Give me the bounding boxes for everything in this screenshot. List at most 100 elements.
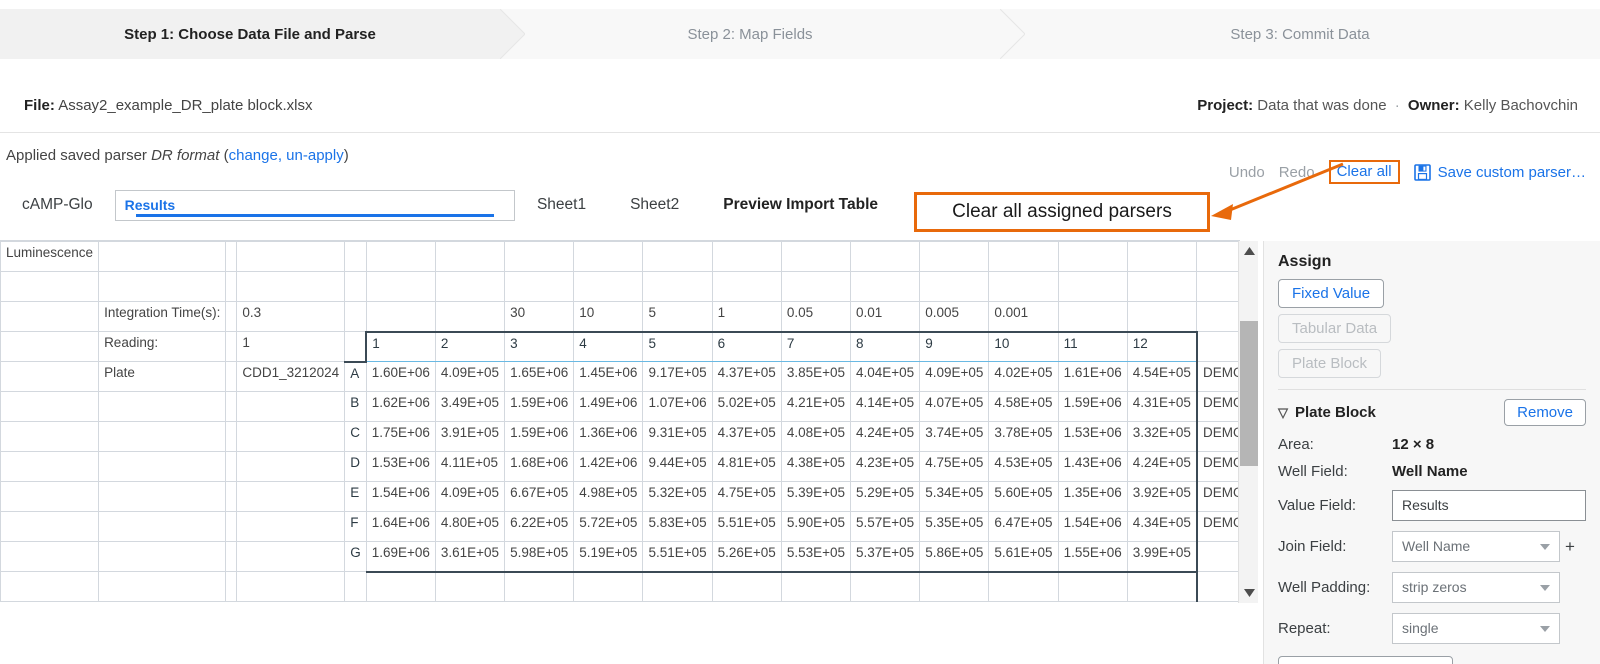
plate-data-cell[interactable]: 1.62E+06 [365,391,436,422]
plate-data-cell[interactable]: 4.04E+05 [850,361,921,392]
plate-data-cell[interactable]: 9.44E+05 [642,451,713,482]
tab-preview-import-table[interactable]: Preview Import Table [701,190,900,228]
plate-data-cell[interactable]: 4.31E+05 [1126,391,1198,422]
plate-data-cell[interactable]: 5.19E+05 [573,541,644,573]
integration-time-value[interactable]: 0.3 [236,301,346,332]
plate-column-header[interactable]: 8 [850,330,921,362]
scrollbar-thumb[interactable] [1240,321,1258,466]
plate-data-cell[interactable]: 5.61E+05 [988,541,1059,573]
plate-data-cell[interactable]: 1.53E+06 [1057,421,1128,452]
collapse-triangle-icon[interactable]: ▽ [1278,405,1288,421]
sheet-cell[interactable] [573,271,644,302]
concentration-cell[interactable]: 10 [573,301,644,332]
plate-column-header[interactable]: 10 [988,330,1059,362]
plate-data-cell[interactable]: 4.58E+05 [988,391,1059,422]
sheet-cell[interactable] [0,271,100,302]
sheet-cell[interactable] [780,241,852,272]
plate-data-cell[interactable]: 4.37E+05 [711,361,782,392]
sheet-cell[interactable] [1196,331,1240,362]
plate-data-cell[interactable]: 4.53E+05 [988,451,1059,482]
plate-data-cell[interactable]: 5.72E+05 [573,511,644,542]
sample-name-cell[interactable]: DEMO-2222 [1196,361,1240,392]
repeat-select[interactable]: single [1392,613,1560,644]
plate-data-cell[interactable]: 9.17E+05 [642,361,713,392]
plate-column-header[interactable]: 12 [1126,330,1198,362]
sheet-cell[interactable] [1196,241,1240,272]
sheet-cell[interactable] [236,481,346,512]
sheet-cell[interactable] [0,391,100,422]
plate-data-cell[interactable]: 5.86E+05 [919,541,990,573]
concentration-cell[interactable]: 1 [711,301,782,332]
plate-data-cell[interactable]: 5.51E+05 [642,541,713,573]
plate-data-cell[interactable]: 5.32E+05 [642,481,713,512]
plate-column-header[interactable]: 11 [1057,330,1128,362]
sheet-cell[interactable] [365,271,436,302]
plate-data-cell[interactable] [642,571,713,602]
concentration-cell[interactable] [1126,301,1198,332]
plate-data-cell[interactable]: 1.35E+06 [1057,481,1128,512]
sheet-cell[interactable] [98,241,227,272]
plate-data-cell[interactable]: 4.81E+05 [711,451,782,482]
sheet-cell[interactable] [236,271,346,302]
plate-data-cell[interactable]: 1.59E+06 [1057,391,1128,422]
plate-data-cell[interactable]: 5.35E+05 [919,511,990,542]
plate-data-cell[interactable]: 4.11E+05 [434,451,506,482]
sheet-cell[interactable] [850,271,921,302]
plate-data-cell[interactable]: 5.60E+05 [988,481,1059,512]
plate-column-header[interactable]: 5 [642,330,713,362]
plate-data-cell[interactable] [919,571,990,602]
plate-data-cell[interactable]: 5.83E+05 [642,511,713,542]
plate-data-cell[interactable]: 3.99E+05 [1126,541,1198,573]
plate-data-cell[interactable]: 4.75E+05 [711,481,782,512]
redo-button[interactable]: Redo [1279,164,1315,181]
concentration-cell[interactable] [365,301,436,332]
concentration-cell[interactable] [434,301,506,332]
plate-data-cell[interactable] [573,571,644,602]
sheet-cell[interactable] [642,241,713,272]
tab-sheet1[interactable]: Sheet1 [515,190,608,228]
plate-label[interactable]: Plate [98,361,227,392]
sheet-cell[interactable] [225,571,238,602]
plate-column-header[interactable]: 2 [434,330,506,362]
plate-row-header[interactable]: F [344,511,367,542]
undo-button[interactable]: Undo [1229,164,1265,181]
plate-row-header[interactable]: D [344,451,367,482]
plate-data-cell[interactable]: 1.55E+06 [1057,541,1128,573]
sheet-cell[interactable] [434,241,506,272]
plate-data-cell[interactable]: 9.31E+05 [642,421,713,452]
well-padding-select[interactable]: strip zeros [1392,572,1560,603]
plate-row-header[interactable]: E [344,481,367,512]
sheet-cell[interactable] [344,271,367,302]
tab-sheet2[interactable]: Sheet2 [608,190,701,228]
plate-data-cell[interactable]: 3.74E+05 [919,421,990,452]
wizard-step-3[interactable]: Step 3: Commit Data [1000,9,1600,59]
sheet-cell[interactable] [236,391,346,422]
sheet-cell[interactable] [0,451,100,482]
associate-fixed-value-button[interactable]: Associate Fixed Value [1278,656,1454,664]
plate-data-cell[interactable]: 1.45E+06 [573,361,644,392]
plate-data-cell[interactable]: 4.80E+05 [434,511,506,542]
plate-data-cell[interactable] [711,571,782,602]
value-field-input[interactable]: Results [1392,490,1586,521]
plate-data-cell[interactable]: 1.53E+06 [365,451,436,482]
sheet-cell[interactable] [0,571,100,602]
plate-block-section-title[interactable]: ▽ Plate Block [1278,404,1376,421]
plate-data-cell[interactable]: 4.09E+05 [434,361,506,392]
plate-data-cell[interactable]: 3.78E+05 [988,421,1059,452]
sample-name-cell[interactable]: DEMO-4444 [1196,511,1240,542]
plate-data-cell[interactable] [365,571,436,602]
plate-data-cell[interactable]: 3.92E+05 [1126,481,1198,512]
join-field-select[interactable]: Well Name [1392,531,1560,562]
plate-data-cell[interactable]: 3.61E+05 [434,541,506,573]
plate-data-cell[interactable]: 4.24E+05 [850,421,921,452]
plate-data-cell[interactable]: 4.07E+05 [919,391,990,422]
plate-value[interactable]: CDD1_3212024 [236,361,346,392]
sheet-cell[interactable] [780,271,852,302]
plate-data-cell[interactable]: 4.38E+05 [780,451,852,482]
sheet-cell[interactable] [344,241,367,272]
sheet-cell[interactable] [1057,241,1128,272]
plate-row-header[interactable] [344,571,367,602]
plate-data-cell[interactable]: 4.24E+05 [1126,451,1198,482]
remove-button[interactable]: Remove [1504,399,1586,426]
plate-data-cell[interactable] [1126,571,1198,602]
